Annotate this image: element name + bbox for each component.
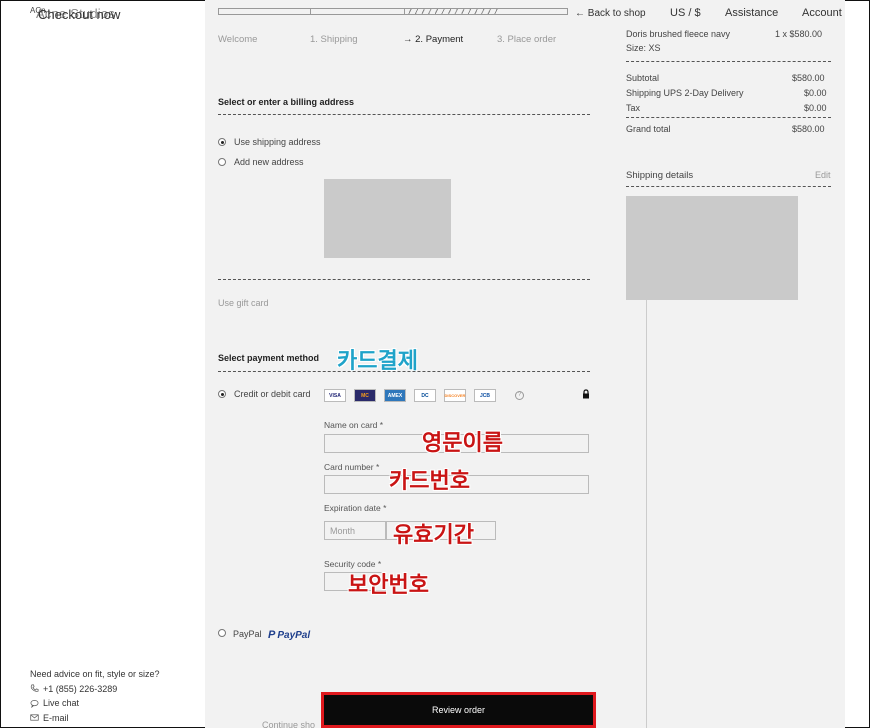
- use-gift-card-link[interactable]: Use gift card: [218, 298, 269, 308]
- redacted-address-block: [324, 179, 451, 258]
- continue-shopping-link[interactable]: Continue sho: [262, 720, 315, 728]
- step-place-order: 3. Place order: [497, 34, 557, 45]
- payment-method-title: Select payment method: [218, 353, 320, 363]
- item-size: Size: XS: [626, 43, 661, 53]
- credit-card-option[interactable]: Credit or debit card: [218, 389, 311, 399]
- help-title: Need advice on fit, style or size?: [30, 669, 160, 679]
- annotation-card-number: 카드번호: [389, 469, 470, 494]
- discover-icon: DISCOVER: [444, 389, 466, 402]
- shipping-label: Shipping UPS 2-Day Delivery: [626, 88, 744, 98]
- lock-icon: [583, 389, 589, 399]
- checkout-heading: Checkout now: [38, 7, 121, 22]
- checkout-progress-bar: [218, 8, 568, 15]
- review-order-button[interactable]: Review order: [321, 692, 596, 728]
- card-icons: VISA MC AMEX DC DISCOVER JCB: [324, 389, 496, 402]
- phone-icon: [30, 684, 39, 692]
- expiry-month-select[interactable]: Month: [324, 521, 386, 540]
- tax-label: Tax: [626, 103, 641, 113]
- annotation-english-name: 영문이름: [422, 431, 503, 456]
- paypal-logo: P PayPal: [268, 629, 311, 641]
- divider: [626, 186, 831, 187]
- progress-segment-payment: [405, 9, 500, 14]
- divider: [218, 279, 590, 280]
- radio-selected[interactable]: [218, 138, 226, 146]
- chat-icon: [30, 699, 39, 708]
- radio-selected[interactable]: [218, 390, 226, 398]
- locale-selector[interactable]: US / $: [670, 7, 701, 19]
- help-chat[interactable]: Live chat: [30, 696, 160, 711]
- redacted-shipping-block: [626, 196, 798, 300]
- grand-total-label: Grand total: [626, 124, 671, 134]
- paypal-p-icon: P: [268, 629, 276, 641]
- help-icon[interactable]: ?: [515, 391, 524, 400]
- divider: [218, 114, 590, 115]
- radio-unselected[interactable]: [218, 158, 226, 166]
- back-to-shop-link[interactable]: ← Back to shop: [575, 8, 646, 19]
- paypal-label: PayPal: [233, 629, 262, 639]
- help-phone[interactable]: +1 (855) 226-3289: [30, 682, 160, 697]
- card-number-label: Card number *: [324, 462, 380, 472]
- subtotal-value: $580.00: [792, 73, 825, 83]
- assistance-link[interactable]: Assistance: [725, 7, 778, 19]
- step-shipping[interactable]: 1. Shipping: [310, 34, 358, 45]
- radio-unselected[interactable]: [218, 629, 226, 637]
- visa-icon: VISA: [324, 389, 346, 402]
- grand-total-value: $580.00: [792, 124, 825, 134]
- jcb-icon: JCB: [474, 389, 496, 402]
- billing-title: Select or enter a billing address: [218, 97, 355, 107]
- divider: [626, 61, 831, 62]
- amex-icon: AMEX: [384, 389, 406, 402]
- mail-icon: [30, 714, 39, 721]
- tax-value: $0.00: [804, 103, 827, 113]
- checkout-panel: [205, 0, 845, 728]
- diners-icon: DC: [414, 389, 436, 402]
- progress-segment-shipping: [311, 9, 405, 14]
- shipping-value: $0.00: [804, 88, 827, 98]
- step-welcome[interactable]: Welcome: [218, 34, 257, 45]
- paypal-option[interactable]: [218, 629, 226, 637]
- edit-shipping-link[interactable]: Edit: [815, 170, 831, 180]
- annotation-security: 보안번호: [348, 573, 429, 598]
- mastercard-icon: MC: [354, 389, 376, 402]
- annotation-expiry: 유효기간: [393, 523, 474, 548]
- name-on-card-label: Name on card *: [324, 420, 384, 430]
- divider: [626, 117, 831, 118]
- add-new-address-option[interactable]: Add new address: [218, 157, 304, 167]
- item-qty-price: 1 x $580.00: [775, 29, 823, 39]
- shipping-details-label: Shipping details: [626, 170, 694, 181]
- help-email[interactable]: E-mail: [30, 711, 160, 726]
- divider-line: [646, 300, 647, 728]
- expiration-date-label: Expiration date *: [324, 503, 387, 513]
- help-block: Need advice on fit, style or size? +1 (8…: [30, 667, 160, 725]
- progress-segment-welcome: [219, 9, 311, 14]
- step-payment: → 2. Payment: [403, 34, 464, 45]
- account-link[interactable]: Account: [802, 7, 842, 19]
- divider: [218, 371, 590, 372]
- item-name: Doris brushed fleece navy: [626, 29, 731, 39]
- use-shipping-address-option[interactable]: Use shipping address: [218, 137, 321, 147]
- subtotal-label: Subtotal: [626, 73, 660, 83]
